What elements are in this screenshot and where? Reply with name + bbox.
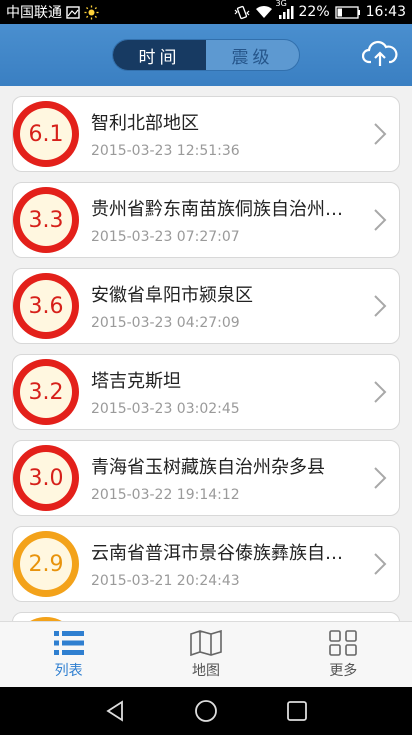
earthquake-list[interactable]: 6.1 智利北部地区 2015-03-23 12:51:36 3.3 贵州省黔东南…	[0, 86, 412, 621]
chevron-right-icon	[374, 209, 387, 231]
tab-list-label: 列表	[54, 662, 83, 679]
quake-card-0[interactable]: 6.1 智利北部地区 2015-03-23 12:51:36	[12, 96, 400, 172]
tab-list[interactable]: 列表	[0, 622, 137, 687]
quake-card-2[interactable]: 3.6 安徽省阜阳市颍泉区 2015-03-23 04:27:09	[12, 268, 400, 344]
chevron-right-icon	[374, 381, 387, 403]
home-icon[interactable]	[194, 699, 218, 723]
map-icon	[190, 629, 222, 656]
quake-time: 2015-03-23 12:51:36	[91, 143, 240, 159]
chevron-right-icon	[374, 295, 387, 317]
chevron-right-icon	[374, 467, 387, 489]
tab-map-label: 地图	[191, 662, 220, 679]
signal-icon: 3G	[276, 0, 294, 19]
clock: 16:43	[365, 4, 406, 20]
magnitude-value: 3.6	[20, 280, 72, 332]
magnitude-badge: 2.9	[13, 531, 79, 597]
quake-place: 云南省普洱市景谷傣族彝族自…	[91, 543, 343, 564]
quake-time: 2015-03-23 03:02:45	[91, 401, 240, 417]
quake-place: 塔吉克斯坦	[91, 371, 181, 392]
magnitude-badge: 3.3	[13, 187, 79, 253]
quake-time: 2015-03-21 20:24:43	[91, 573, 240, 589]
system-nav-bar	[0, 687, 412, 735]
quake-card-5[interactable]: 2.9 云南省普洱市景谷傣族彝族自… 2015-03-21 20:24:43	[12, 526, 400, 602]
network-type-label: 3G	[275, 0, 287, 8]
segment-time[interactable]: 时间	[113, 40, 206, 70]
list-icon	[53, 630, 84, 655]
quake-place: 贵州省黔东南苗族侗族自治州…	[91, 199, 343, 220]
quake-card-1[interactable]: 3.3 贵州省黔东南苗族侗族自治州… 2015-03-23 07:27:07	[12, 182, 400, 258]
magnitude-value: 3.2	[20, 366, 72, 418]
quake-card-3[interactable]: 3.2 塔吉克斯坦 2015-03-23 03:02:45	[12, 354, 400, 430]
battery-percent: 22%	[298, 4, 330, 20]
chevron-right-icon	[374, 553, 387, 575]
carrier-label: 中国联通	[6, 5, 62, 21]
grid-icon	[329, 629, 358, 656]
tab-more-label: 更多	[329, 662, 358, 679]
magnitude-value: 2.9	[20, 538, 72, 590]
quake-card-4[interactable]: 3.0 青海省玉树藏族自治州杂多县 2015-03-22 19:14:12	[12, 440, 400, 516]
magnitude-badge: 3.0	[13, 445, 79, 511]
tab-more[interactable]: 更多	[275, 622, 412, 687]
quake-place: 智利北部地区	[91, 113, 199, 134]
quake-place: 安徽省阜阳市颍泉区	[91, 285, 253, 306]
magnitude-badge: 3.6	[13, 273, 79, 339]
wifi-icon	[255, 5, 273, 19]
image-notification-icon	[66, 5, 80, 19]
quake-time: 2015-03-22 19:14:12	[91, 487, 240, 503]
bottom-tab-bar: 列表 地图 更多	[0, 621, 412, 687]
quake-time: 2015-03-23 07:27:07	[91, 229, 240, 245]
magnitude-badge: 3.2	[13, 359, 79, 425]
sort-segmented-control: 时间 震级	[112, 39, 300, 71]
quake-place: 青海省玉树藏族自治州杂多县	[91, 457, 325, 478]
cloud-upload-icon[interactable]	[361, 38, 398, 70]
magnitude-badge: 6.1	[13, 101, 79, 167]
quake-time: 2015-03-23 04:27:09	[91, 315, 240, 331]
magnitude-value: 3.3	[20, 194, 72, 246]
quake-card-partial[interactable]	[12, 612, 400, 621]
back-icon[interactable]	[103, 699, 127, 723]
battery-icon	[334, 5, 361, 19]
tab-map[interactable]: 地图	[137, 622, 274, 687]
segment-magnitude[interactable]: 震级	[206, 40, 299, 70]
app-header: 时间 震级	[0, 24, 412, 86]
recents-icon[interactable]	[285, 699, 309, 723]
chevron-right-icon	[374, 123, 387, 145]
magnitude-value: 3.0	[20, 452, 72, 504]
vibrate-icon	[234, 5, 250, 20]
status-bar: 中国联通 3G 22% 16:43	[0, 0, 412, 24]
magnitude-value: 6.1	[20, 108, 72, 160]
weather-sun-icon	[84, 5, 99, 20]
